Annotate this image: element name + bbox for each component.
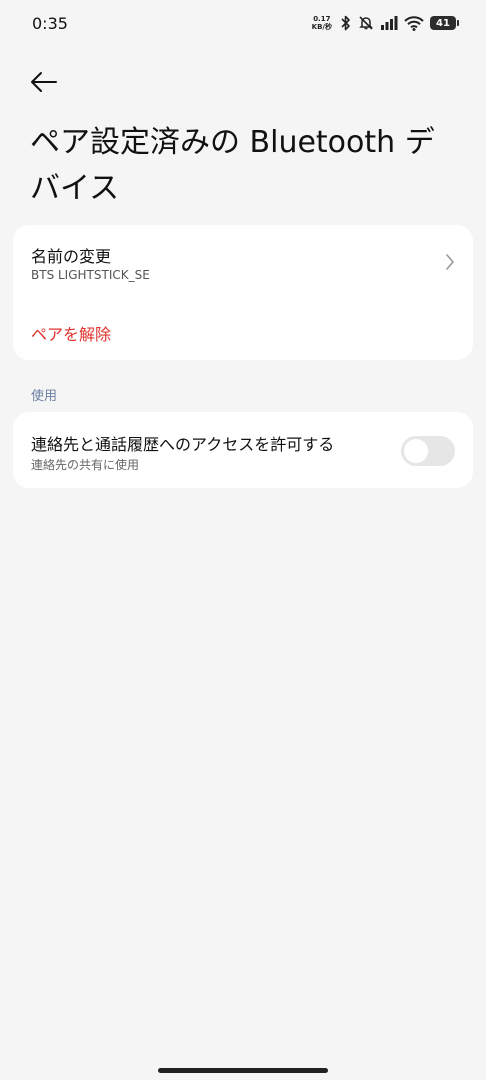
device-name: BTS LIGHTSTICK_SE — [31, 268, 150, 282]
network-speed-unit: KB/秒 — [311, 23, 332, 31]
device-card: 名前の変更 BTS LIGHTSTICK_SE ペアを解除 — [13, 225, 473, 360]
battery-icon: 41 — [430, 16, 459, 30]
rename-label: 名前の変更 — [31, 247, 112, 266]
status-icons: 0.17 KB/秒 41 — [312, 12, 459, 34]
status-bar: 0:35 0.17 KB/秒 41 — [0, 0, 486, 48]
network-speed-value: 0.17 — [313, 15, 331, 23]
back-button[interactable] — [22, 64, 66, 100]
contacts-access-subtitle: 連絡先の共有に使用 — [31, 458, 140, 472]
wifi-icon — [404, 15, 424, 31]
chevron-right-icon — [446, 254, 454, 270]
unpair-button[interactable]: ペアを解除 — [31, 321, 111, 345]
bluetooth-device-settings-page: 0:35 0.17 KB/秒 41 ペア設定済みの Bluetooth デバイス… — [0, 0, 486, 1080]
page-title: ペア設定済みの Bluetooth デバイス — [30, 125, 435, 206]
bell-off-icon — [358, 15, 374, 31]
arrow-left-icon — [31, 72, 57, 92]
usage-section-label: 使用 — [31, 389, 58, 404]
home-indicator[interactable] — [158, 1068, 328, 1073]
contacts-access-title: 連絡先と通話履歴へのアクセスを許可する — [31, 435, 335, 454]
signal-icon — [380, 16, 398, 30]
contacts-access-toggle[interactable] — [401, 436, 455, 466]
bluetooth-icon — [340, 15, 352, 31]
contacts-access-row[interactable]: 連絡先と通話履歴へのアクセスを許可する 連絡先の共有に使用 — [13, 412, 473, 488]
status-time: 0:35 — [32, 14, 68, 33]
toggle-knob — [404, 439, 428, 463]
rename-device-row[interactable]: 名前の変更 BTS LIGHTSTICK_SE — [13, 225, 473, 301]
network-speed: 0.17 KB/秒 — [312, 15, 332, 31]
